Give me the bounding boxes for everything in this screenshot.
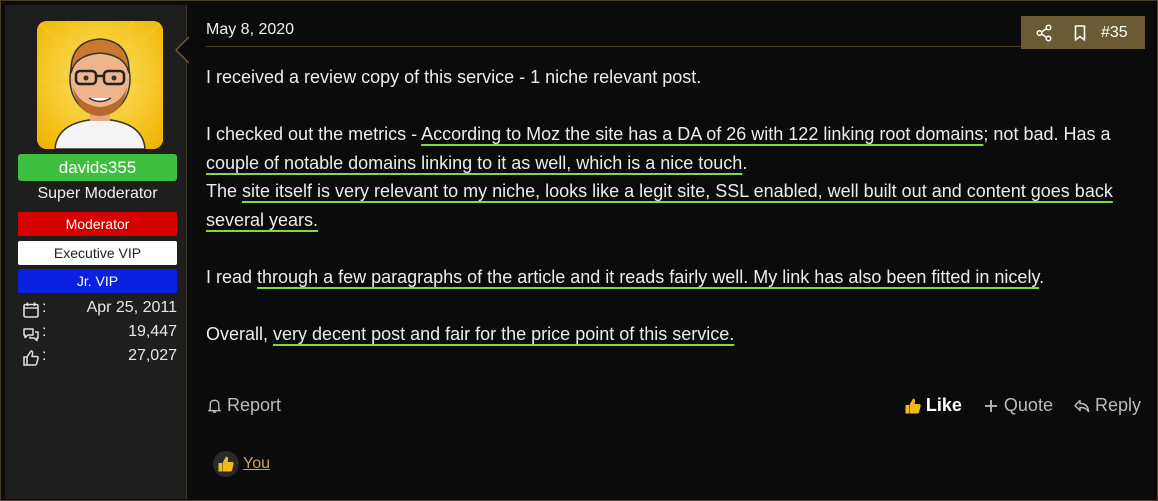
report-button[interactable]: Report xyxy=(206,395,281,416)
quote-button[interactable]: Quote xyxy=(982,395,1053,416)
avatar[interactable] xyxy=(37,21,163,149)
message-panel: May 8, 2020 #35 I received a review copy… xyxy=(189,5,1155,499)
stat-messages: : 19,447 xyxy=(18,323,177,345)
paragraph: I checked out the metrics - According to… xyxy=(206,120,1146,177)
stat-reactions-value: 27,027 xyxy=(128,347,177,364)
stat-colon: : xyxy=(42,323,47,340)
plus-icon xyxy=(984,399,997,412)
calendar-icon xyxy=(23,302,39,318)
user-info-panel: davids355 Super Moderator Moderator Exec… xyxy=(5,5,187,499)
paragraph: The site itself is very relevant to my n… xyxy=(206,177,1146,234)
stat-joined: : Apr 25, 2011 xyxy=(18,299,177,321)
reply-button[interactable]: Reply xyxy=(1073,395,1141,416)
post-body: I received a review copy of this service… xyxy=(206,63,1146,349)
post-number-link[interactable]: #35 xyxy=(1101,24,1128,42)
messages-icon xyxy=(23,328,39,342)
share-icon xyxy=(1036,23,1052,42)
header-divider xyxy=(206,46,1142,47)
paragraph: I received a review copy of this service… xyxy=(206,67,702,87)
post-tools: #35 xyxy=(1021,16,1145,49)
user-title: Super Moderator xyxy=(37,185,158,202)
highlighted-text: site itself is very relevant to my niche… xyxy=(206,181,1113,230)
highlighted-text: According to Moz the site has a DA of 26… xyxy=(421,124,984,145)
share-button[interactable] xyxy=(1031,16,1057,49)
username-badge[interactable]: davids355 xyxy=(18,154,177,181)
highlighted-text: through a few paragraphs of the article … xyxy=(257,267,1040,288)
stat-colon: : xyxy=(42,347,47,364)
forum-post: davids355 Super Moderator Moderator Exec… xyxy=(0,0,1158,501)
bell-icon xyxy=(208,399,221,414)
thumbs-up-icon xyxy=(23,350,39,366)
bookmark-icon xyxy=(1074,24,1086,41)
text-run: The xyxy=(206,181,243,202)
thumbs-up-icon xyxy=(905,398,921,413)
text-run: . xyxy=(1039,267,1045,288)
highlighted-text: very decent post and fair for the price … xyxy=(273,324,735,345)
text-run: Overall, xyxy=(206,324,274,345)
paragraph: I read through a few paragraphs of the a… xyxy=(206,263,1146,292)
thumbs-up-icon xyxy=(218,456,234,472)
avatar-illustration xyxy=(37,21,163,149)
reply-label: Reply xyxy=(1094,395,1141,415)
banner-executive-vip: Executive VIP xyxy=(18,241,177,265)
bookmark-button[interactable] xyxy=(1067,16,1093,49)
text-run: . xyxy=(742,152,748,173)
text-run: I checked out the metrics - xyxy=(206,124,422,145)
stat-colon: : xyxy=(42,299,47,316)
post-actions: Like Quote Reply xyxy=(884,395,1141,416)
message-pointer xyxy=(177,38,189,62)
quote-label: Quote xyxy=(1003,395,1053,415)
highlighted-text: couple of notable domains linking to it … xyxy=(206,152,743,173)
like-button[interactable]: Like xyxy=(904,395,962,416)
report-label: Report xyxy=(227,395,282,415)
text-run: ; not bad. Has a xyxy=(983,124,1111,145)
stat-messages-value: 19,447 xyxy=(128,323,177,340)
banner-moderator: Moderator xyxy=(18,212,177,236)
stat-joined-value: Apr 25, 2011 xyxy=(86,299,177,316)
text-run: I read xyxy=(206,267,258,288)
banner-jr-vip: Jr. VIP xyxy=(18,269,177,293)
reaction-users-link[interactable]: You xyxy=(243,455,270,473)
paragraph: Overall, very decent post and fair for t… xyxy=(206,320,1146,349)
post-date[interactable]: May 8, 2020 xyxy=(206,21,294,39)
like-label: Like xyxy=(925,395,962,415)
reactions-bar: You xyxy=(213,451,270,477)
stat-reactions: : 27,027 xyxy=(18,347,177,369)
reply-arrow-icon xyxy=(1074,399,1090,412)
like-reaction-badge[interactable] xyxy=(213,451,239,477)
